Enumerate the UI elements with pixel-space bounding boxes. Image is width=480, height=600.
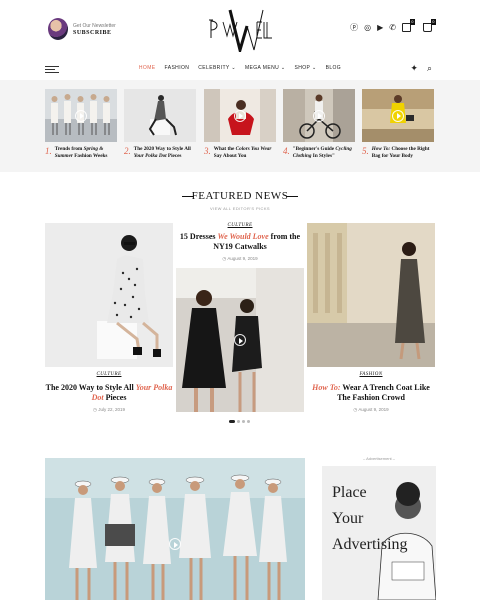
post-date: ◷ July 22, 2019 [93,407,125,412]
search-icon[interactable]: ⌕ [427,63,432,74]
newsletter-avatar [48,18,68,40]
trending-title[interactable]: Trends from Spring & Summer Fashion Week… [55,146,117,160]
carousel-dots [229,420,250,423]
wishlist-icon[interactable]: 0 [402,19,415,32]
featured-image-right[interactable] [307,223,435,367]
trending-number: 2. [124,146,131,156]
nav-item-mega-menu[interactable]: Mega Menu ⌄ [245,65,286,71]
trending-title[interactable]: What the Colors You Wear Say About You [214,146,276,160]
category-tag[interactable]: FASHION [307,372,435,377]
trending-thumbnail[interactable] [283,89,355,142]
featured-news-header: FEATURED NEWS VIEW ALL EDITOR'S PICKS [0,190,480,211]
trending-thumbnail[interactable] [204,89,276,142]
featured-image-center[interactable] [176,268,304,412]
site-logo[interactable] [207,8,273,52]
bag-count: 0 [430,19,436,25]
category-tag[interactable]: CULTURE [45,372,173,377]
trending-card[interactable]: 1. Trends from Spring & Summer Fashion We… [45,89,117,160]
nav-item-celebrity[interactable]: Celebrity ⌄ [198,65,236,71]
trending-thumbnail[interactable] [45,89,117,142]
trending-number: 4. [283,146,290,156]
trending-thumbnail[interactable] [362,89,434,142]
nav-item-blog[interactable]: Blog [326,65,342,71]
pinterest-icon[interactable]: ⓟ [350,22,358,33]
carousel-dot[interactable] [237,420,240,423]
wishlist-count: 0 [409,19,415,25]
advertisement-label: – Advertisement – [362,456,396,461]
nav-item-fashion[interactable]: Fashion [165,65,190,71]
play-icon[interactable] [169,538,181,550]
play-icon[interactable] [313,109,325,122]
runway-feature-image[interactable] [45,458,305,600]
social-links: ⓟ ◎ ▶ ✆ 0 0 [350,19,436,33]
featured-title[interactable]: 15 Dresses We Would Love from the NY19 C… [176,232,304,252]
section-title: FEATURED NEWS [191,190,289,202]
trending-strip: 1. Trends from Spring & Summer Fashion We… [0,80,480,172]
sparkle-icon[interactable]: ✦ [410,63,418,74]
main-navigation: Home Fashion Celebrity ⌄ Mega Menu ⌄ Sho… [0,60,480,80]
trending-title[interactable]: The 2020 Way to Style All Your Polka Dot… [134,146,196,160]
post-date: ◷ August 9, 2019 [222,256,258,261]
newsletter-subscribe[interactable]: Get Our Newsletter SUBSCRIBE [48,18,116,40]
carousel-dot[interactable] [247,420,250,423]
nav-menu: Home Fashion Celebrity ⌄ Mega Menu ⌄ Sho… [0,65,480,71]
trending-card[interactable]: 4. "Beginner's Guide Cycling Clothing In … [283,89,355,160]
carousel-dot-active[interactable] [229,420,235,423]
whatsapp-icon[interactable]: ✆ [389,23,396,32]
ad-line-1: Place [332,484,367,501]
play-icon[interactable] [234,334,246,346]
trending-number: 3. [204,146,211,156]
trending-card[interactable]: 3. What the Colors You Wear Say About You [204,89,276,160]
featured-image-left[interactable] [45,223,173,367]
instagram-icon[interactable]: ◎ [364,23,371,32]
play-icon[interactable] [392,109,404,122]
trending-card[interactable]: 2. The 2020 Way to Style All Your Polka D… [124,89,196,160]
ad-line-2: Your [332,510,364,527]
featured-title[interactable]: The 2020 Way to Style All Your Polka Dot… [45,383,173,403]
category-tag[interactable]: CULTURE [176,223,304,228]
featured-caption-left: CULTURE The 2020 Way to Style All Your P… [45,372,173,413]
trending-thumbnail[interactable] [124,89,196,142]
nav-item-home[interactable]: Home [139,65,156,71]
ad-line-3: Advertising [332,536,408,553]
nav-item-shop[interactable]: Shop ⌄ [295,65,317,71]
trending-number: 1. [45,146,52,156]
subscribe-link[interactable]: SUBSCRIBE [73,30,116,36]
trending-title[interactable]: How To: Choose the Right Bag for Your Bo… [372,146,434,160]
post-date: ◷ August 9, 2019 [353,407,389,412]
carousel-dot[interactable] [242,420,245,423]
newsletter-label: Get Our Newsletter [73,22,116,29]
shopping-bag-icon[interactable]: 0 [423,19,436,32]
play-icon[interactable] [75,109,87,122]
trending-title[interactable]: "Beginner's Guide Cycling Clothing In St… [293,146,355,160]
youtube-icon[interactable]: ▶ [377,23,383,32]
trending-card[interactable]: 5. How To: Choose the Right Bag for Your … [362,89,434,160]
advertisement-banner[interactable]: Place Your Advertising [322,466,436,600]
featured-caption-center: CULTURE 15 Dresses We Would Love from th… [176,223,304,262]
trending-number: 5. [362,146,369,156]
view-all-link[interactable]: VIEW ALL EDITOR'S PICKS [0,206,480,211]
site-header: Get Our Newsletter SUBSCRIBE ⓟ ◎ ▶ ✆ 0 0 [0,0,480,60]
featured-title[interactable]: How To: Wear A Trench Coat Like The Fash… [307,383,435,403]
play-icon[interactable] [234,109,246,122]
featured-caption-right: FASHION How To: Wear A Trench Coat Like … [307,372,435,413]
